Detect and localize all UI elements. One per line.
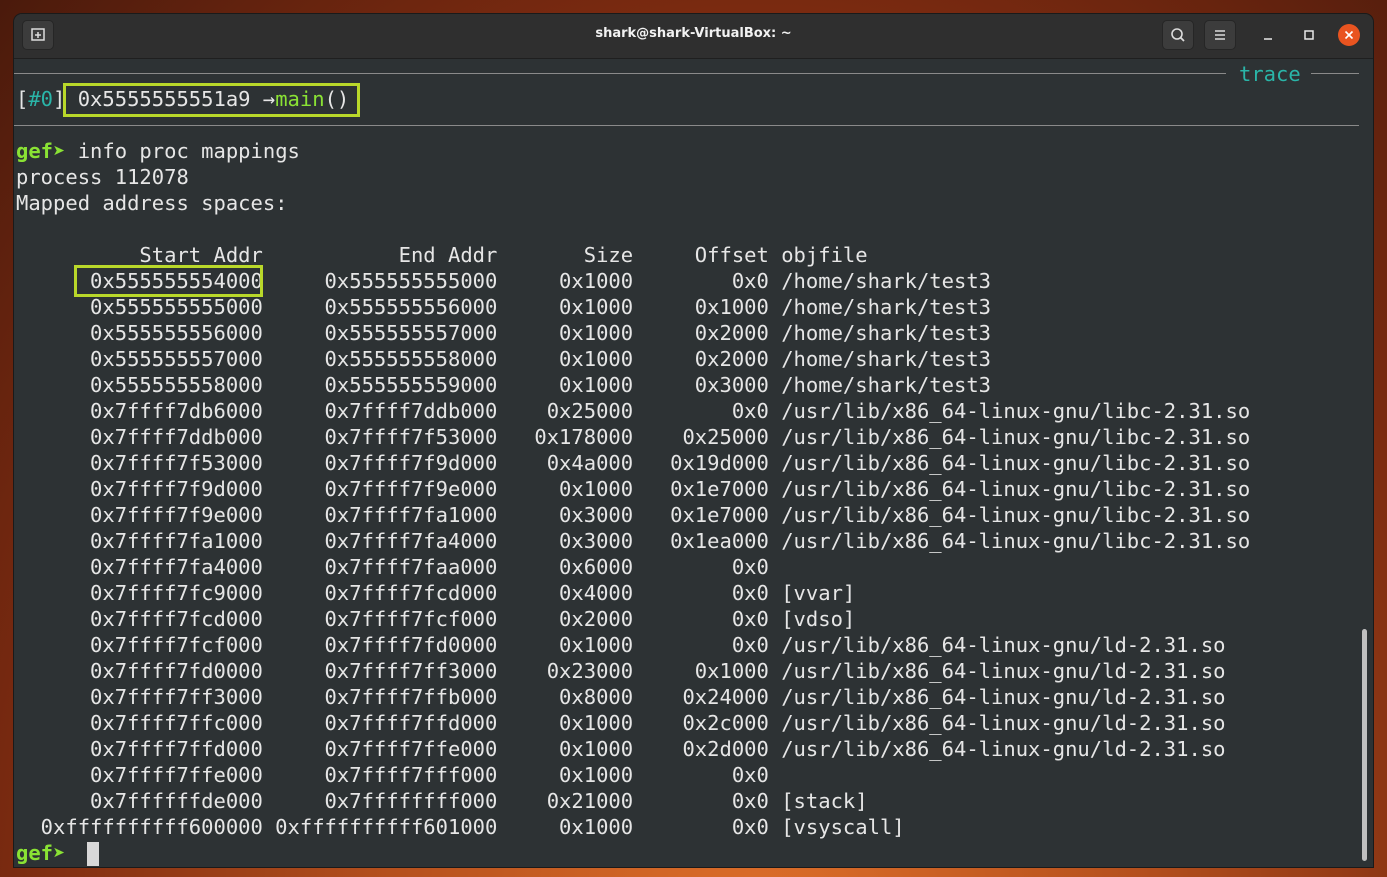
mapping-row: 0x7ffff7ff3000 0x7ffff7ffb000 0x8000 0x2… [16, 685, 1226, 709]
minimize-icon [1264, 38, 1272, 40]
terminal-output[interactable]: trace [#0] 0x5555555551a9 →main() gef➤ i… [14, 59, 1373, 867]
scrollbar-thumb[interactable] [1362, 629, 1367, 861]
mapping-row: 0x7ffff7f9d000 0x7ffff7f9e000 0x1000 0x1… [16, 477, 1251, 501]
mapping-row: 0x7ffff7ddb000 0x7ffff7f53000 0x178000 0… [16, 425, 1251, 449]
command-line: gef➤ info proc mappings [16, 138, 300, 164]
mapping-row: 0x7ffff7fcd000 0x7ffff7fcf000 0x2000 0x0… [16, 607, 856, 631]
mapping-row: 0x7ffff7ffe000 0x7ffff7fff000 0x1000 0x0 [16, 763, 769, 787]
close-button[interactable] [1338, 24, 1360, 46]
title-bar[interactable]: shark@shark-VirtualBox: ~ [14, 14, 1373, 59]
process-line: process 112078 [16, 165, 189, 189]
mapping-row: 0x7ffff7ffd000 0x7ffff7ffe000 0x1000 0x2… [16, 737, 1226, 761]
trace-label: trace [1239, 62, 1301, 86]
mapping-row: 0x7ffff7f9e000 0x7ffff7fa1000 0x3000 0x1… [16, 503, 1251, 527]
mapping-row: 0x7ffff7fa4000 0x7ffff7faa000 0x6000 0x0 [16, 555, 769, 579]
text-cursor [87, 842, 99, 866]
maximize-button[interactable] [1298, 24, 1320, 46]
mapping-row: 0x555555555000 0x555555556000 0x1000 0x1… [16, 295, 992, 319]
prompt-line[interactable]: gef➤ [16, 840, 65, 866]
mapping-row: 0x7ffffffde000 0x7ffffffff000 0x21000 0x… [16, 789, 868, 813]
frame-highlight-box [63, 83, 360, 117]
mapping-row: 0x7ffff7fcf000 0x7ffff7fd0000 0x1000 0x0… [16, 633, 1226, 657]
gef-prompt: gef➤ [16, 139, 66, 163]
maximize-icon [1304, 30, 1314, 40]
trace-separator-left [14, 73, 1226, 74]
mapping-row: 0x7ffff7f53000 0x7ffff7f9d000 0x4a000 0x… [16, 451, 1251, 475]
mapping-row: 0x555555556000 0x555555557000 0x1000 0x2… [16, 321, 992, 345]
mapping-row: 0x555555557000 0x555555558000 0x1000 0x2… [16, 347, 992, 371]
mapping-row: 0x7ffff7db6000 0x7ffff7ddb000 0x25000 0x… [16, 399, 1251, 423]
mapping-row: 0x7ffff7fc9000 0x7ffff7fcd000 0x4000 0x0… [16, 581, 856, 605]
terminal-window: shark@shark-VirtualBox: ~ trace [#0] 0x5… [14, 14, 1373, 867]
command-text: info proc mappings [65, 139, 300, 163]
hamburger-menu-icon [1215, 30, 1225, 40]
start-addr-highlight-box [74, 265, 263, 297]
close-icon [1344, 30, 1354, 40]
menu-button[interactable] [1204, 20, 1236, 50]
search-button[interactable] [1162, 20, 1194, 50]
mapping-row: 0x7ffff7fd0000 0x7ffff7ff3000 0x23000 0x… [16, 659, 1226, 683]
search-icon [1171, 28, 1185, 42]
mapped-line: Mapped address spaces: [16, 191, 288, 215]
mapping-row: 0x7ffff7fa1000 0x7ffff7fa4000 0x3000 0x1… [16, 529, 1251, 553]
minimize-button[interactable] [1257, 24, 1279, 46]
gef-prompt: gef➤ [16, 841, 66, 865]
mapping-row: 0x555555558000 0x555555559000 0x1000 0x3… [16, 373, 992, 397]
mapping-row: 0xffffffffff600000 0xffffffffff601000 0x… [16, 815, 905, 839]
context-separator [14, 125, 1359, 126]
mapping-row: 0x7ffff7ffc000 0x7ffff7ffd000 0x1000 0x2… [16, 711, 1226, 735]
trace-separator-right [1311, 73, 1359, 74]
